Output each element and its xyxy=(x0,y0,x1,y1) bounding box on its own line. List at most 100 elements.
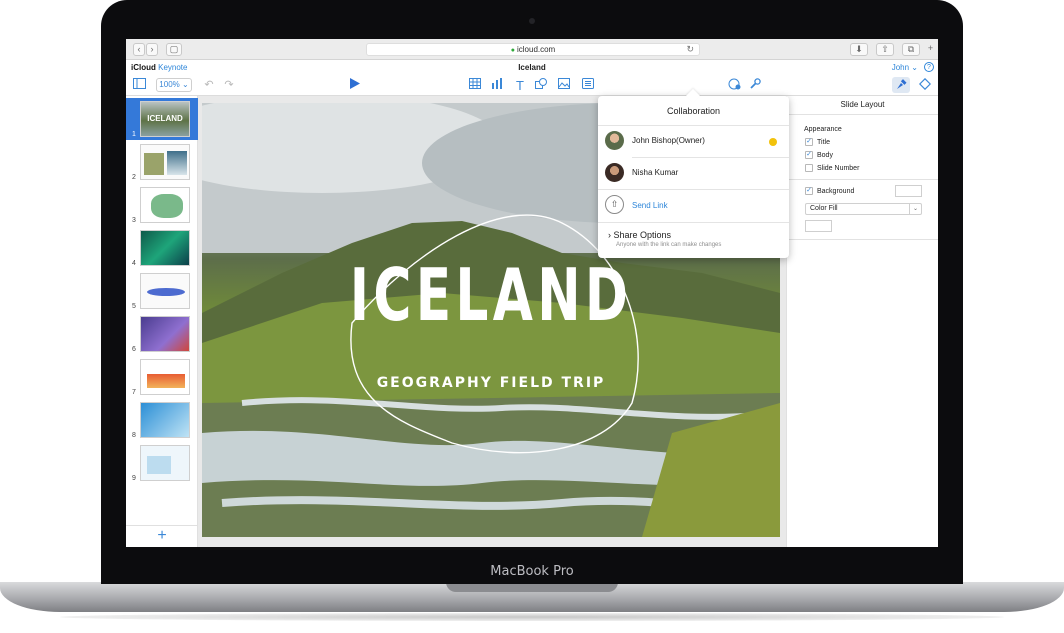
thumb-title: ICELAND xyxy=(147,114,183,123)
share-options-description: Anyone with the link can make changes xyxy=(616,242,722,248)
avatar xyxy=(605,131,624,150)
undo-icon[interactable]: ↶ xyxy=(202,78,216,93)
slide-number: 9 xyxy=(132,475,136,482)
media-icon[interactable] xyxy=(557,78,571,93)
slide-thumbnail-7[interactable]: 7 xyxy=(126,356,198,398)
reload-icon[interactable]: ↻ xyxy=(686,44,694,55)
device-label: MacBook Pro xyxy=(490,564,574,579)
thumbnail-image: ICELAND xyxy=(140,101,190,137)
add-slide-button[interactable]: + xyxy=(126,525,198,547)
user-name: John xyxy=(891,63,910,72)
slide-number: 3 xyxy=(132,217,136,224)
animate-icon[interactable] xyxy=(918,77,932,93)
share-options-toggle[interactable]: › Share Options xyxy=(608,230,671,240)
format-button[interactable] xyxy=(892,77,910,93)
collaborate-icon[interactable] xyxy=(726,78,742,93)
slide-subtitle[interactable]: GEOGRAPHY FIELD TRIP xyxy=(202,375,780,391)
zoom-value: 100% xyxy=(159,80,180,89)
back-icon[interactable]: ‹ xyxy=(133,43,145,56)
background-checkbox-label: Background xyxy=(817,188,855,195)
address-bar[interactable]: ● icloud.com ↻ xyxy=(366,43,700,56)
slide-thumbnail-2[interactable]: 2 xyxy=(126,141,198,183)
divider xyxy=(787,179,938,180)
divider xyxy=(787,239,938,240)
participant-name: Nisha Kumar xyxy=(632,168,679,177)
slide-number-checkbox[interactable] xyxy=(805,164,813,172)
paintbrush-icon xyxy=(897,79,907,89)
camera xyxy=(529,18,535,24)
slide-number: 5 xyxy=(132,303,136,310)
divider xyxy=(598,222,789,223)
slide-number: 2 xyxy=(132,174,136,181)
share-icon[interactable]: ⇧ xyxy=(876,43,894,56)
table-icon[interactable] xyxy=(468,78,482,93)
download-icon[interactable]: ⬇ xyxy=(850,43,868,56)
thumbnail-image xyxy=(140,445,190,481)
slide-thumbnail-1[interactable]: ICELAND 1 xyxy=(126,98,198,140)
view-icon[interactable] xyxy=(132,78,146,93)
slide-thumbnail-6[interactable]: 6 xyxy=(126,313,198,355)
title-checkbox[interactable]: ✓ xyxy=(805,138,813,146)
body-checkbox-label: Body xyxy=(817,152,833,159)
slide-number: 6 xyxy=(132,346,136,353)
sidebar-title: Slide Layout xyxy=(840,100,885,109)
text-icon[interactable]: T xyxy=(513,78,527,93)
app-header: iCloud Keynote Iceland John ⌄ ? xyxy=(126,60,938,75)
thumbnail-image xyxy=(140,187,190,223)
tabs-icon[interactable]: ⧉ xyxy=(902,43,920,56)
send-link-button[interactable]: Send Link xyxy=(632,201,668,210)
keynote-toolbar: 100% ⌄ ↶ ↷ T xyxy=(126,75,938,96)
slide-number-checkbox-label: Slide Number xyxy=(817,165,860,172)
chevron-right-icon: › xyxy=(608,230,611,240)
chevron-down-icon: ⌄ xyxy=(911,63,918,72)
redo-icon[interactable]: ↷ xyxy=(222,78,236,93)
forward-icon[interactable]: › xyxy=(146,43,158,56)
zoom-select[interactable]: 100% ⌄ xyxy=(156,78,192,92)
background-swatch[interactable] xyxy=(895,185,922,197)
new-tab-icon[interactable]: + xyxy=(924,43,937,56)
popover-title: Collaboration xyxy=(666,106,721,116)
participant-name: John Bishop(Owner) xyxy=(632,136,705,145)
title-checkbox-label: Title xyxy=(817,139,830,146)
thumbnail-image xyxy=(140,359,190,395)
thumbnail-image xyxy=(140,144,190,180)
send-link-icon[interactable]: ⇧ xyxy=(605,195,624,214)
slide-thumbnail-4[interactable]: 4 xyxy=(126,227,198,269)
slide-thumbnail-3[interactable]: 3 xyxy=(126,184,198,226)
slide-number: 8 xyxy=(132,432,136,439)
help-icon[interactable]: ? xyxy=(924,62,934,72)
play-icon[interactable] xyxy=(348,78,362,93)
slide-navigator: ICELAND 1 2 3 4 5 6 7 8 9 + xyxy=(126,96,198,547)
body-checkbox[interactable]: ✓ xyxy=(805,151,813,159)
user-menu[interactable]: John ⌄ xyxy=(892,63,918,72)
chart-icon[interactable] xyxy=(490,78,504,93)
collaboration-popover: Collaboration John Bishop(Owner) Nisha K… xyxy=(598,96,789,258)
url-text: icloud.com xyxy=(516,45,556,54)
participant-row[interactable]: Nisha Kumar xyxy=(598,158,789,188)
laptop-shadow xyxy=(60,613,1004,621)
chevron-down-icon: ⌄ xyxy=(909,204,921,214)
wrench-icon[interactable] xyxy=(748,78,762,93)
fill-type-select[interactable]: Color Fill ⌄ xyxy=(805,203,922,215)
format-sidebar: Slide Layout Appearance ✓ Title ✓ Body S… xyxy=(786,96,938,547)
slide-thumbnail-9[interactable]: 9 xyxy=(126,442,198,484)
color-well[interactable] xyxy=(805,220,832,232)
participant-row[interactable]: John Bishop(Owner) xyxy=(598,126,789,156)
slide-thumbnail-5[interactable]: 5 xyxy=(126,270,198,312)
slide-number: 1 xyxy=(132,131,136,138)
slide-title[interactable]: ICELAND xyxy=(283,253,699,337)
thumbnail-image xyxy=(140,402,190,438)
divider xyxy=(787,114,938,115)
shape-icon[interactable] xyxy=(534,78,548,93)
slide-number: 7 xyxy=(132,389,136,396)
comment-icon[interactable] xyxy=(581,78,595,93)
background-checkbox[interactable]: ✓ xyxy=(805,187,813,195)
slide-thumbnail-8[interactable]: 8 xyxy=(126,399,198,441)
thumbnail-image xyxy=(140,230,190,266)
avatar xyxy=(605,163,624,182)
slide-number: 4 xyxy=(132,260,136,267)
status-dot xyxy=(769,138,777,146)
browser-toolbar: ‹ › ▢ ● icloud.com ↻ ⬇ ⇧ ⧉ + xyxy=(126,39,938,60)
sidebar-toggle-icon[interactable]: ▢ xyxy=(166,43,182,56)
thumbnail-image xyxy=(140,316,190,352)
